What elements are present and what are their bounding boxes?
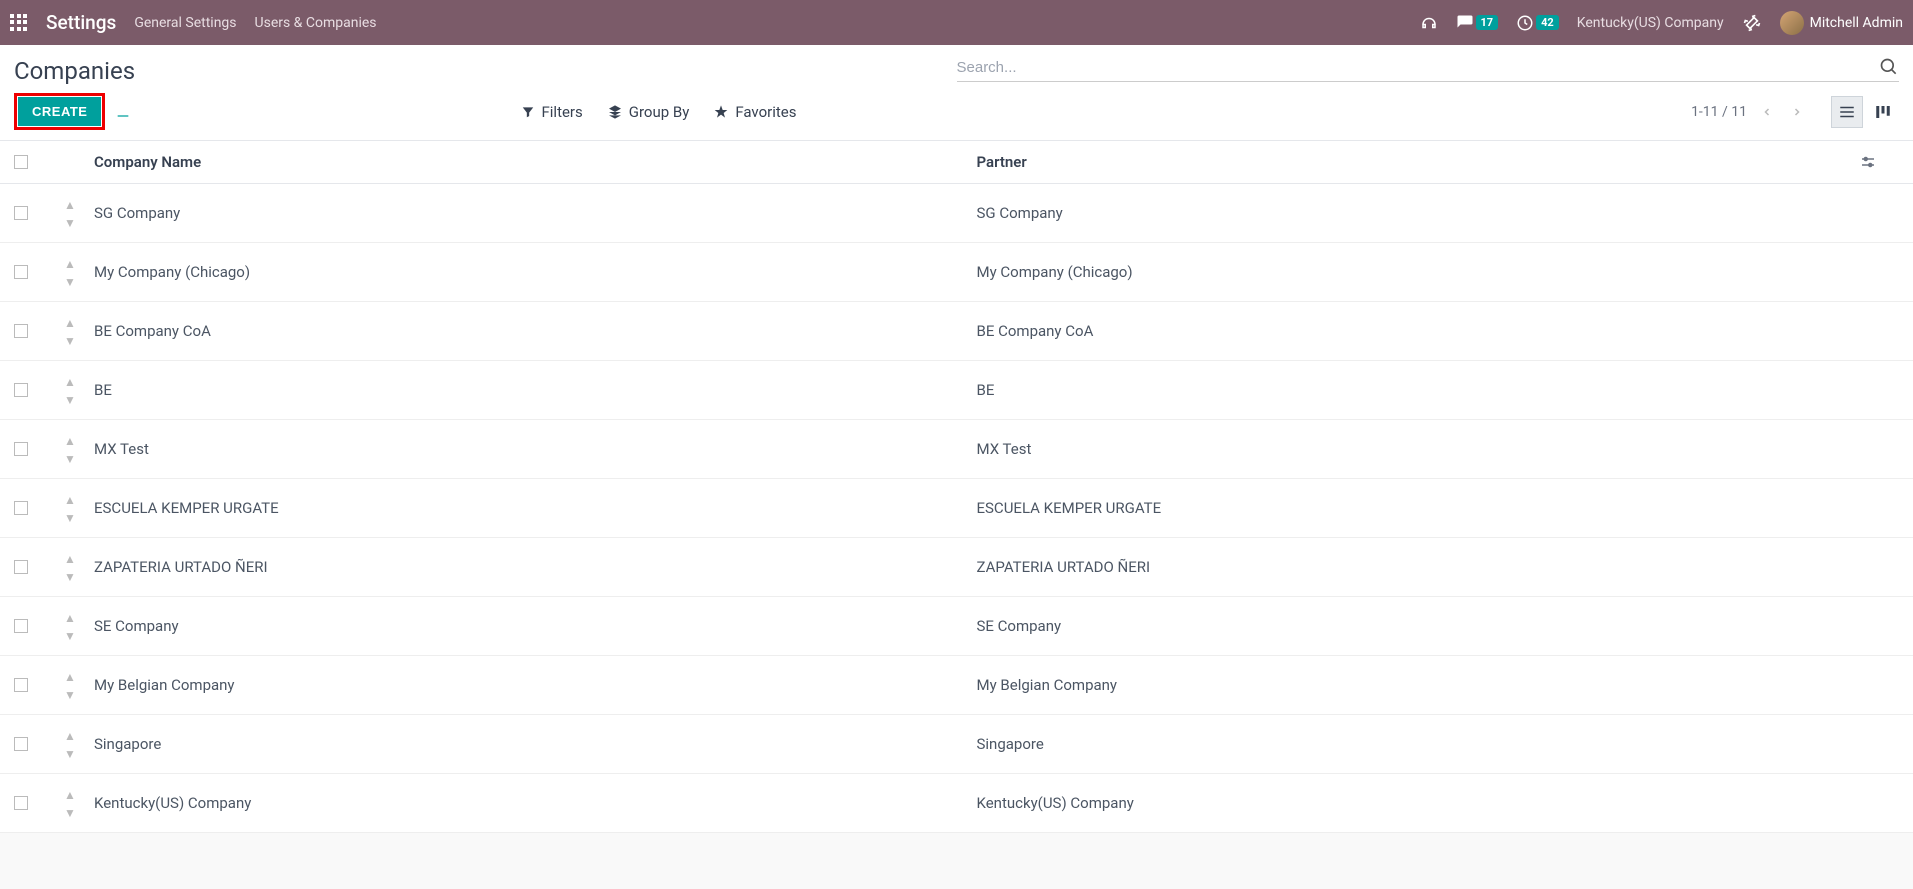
cell-partner: Kentucky(US) Company [977,794,1860,812]
view-kanban-button[interactable] [1867,96,1899,128]
create-highlight: CREATE [14,93,105,130]
debug-icon[interactable] [1742,13,1762,33]
cell-partner: ZAPATERIA URTADO ÑERI [977,558,1860,576]
cell-company-name: MX Test [94,440,977,458]
activities-badge: 42 [1536,15,1559,30]
favorites-label: Favorites [735,103,796,121]
activities-icon[interactable]: 42 [1516,14,1559,32]
row-checkbox[interactable] [14,442,28,456]
drag-handle-icon[interactable]: ▲▼ [64,198,76,230]
cell-partner: My Company (Chicago) [977,263,1860,281]
favorites-button[interactable]: Favorites [713,103,796,121]
cell-company-name: ESCUELA KEMPER URGATE [94,499,977,517]
row-checkbox[interactable] [14,796,28,810]
companies-table: Company Name Partner ▲▼ SG Company SG Co… [0,141,1913,833]
page-title: Companies [14,57,135,85]
cell-partner: Singapore [977,735,1860,753]
table-row[interactable]: ▲▼ Singapore Singapore [0,715,1913,774]
navbar: Settings General Settings Users & Compan… [0,0,1913,45]
header-partner[interactable]: Partner [977,153,1860,171]
app-title: Settings [46,11,116,34]
apps-icon[interactable] [10,14,28,32]
drag-handle-icon[interactable]: ▲▼ [64,670,76,702]
table-row[interactable]: ▲▼ SE Company SE Company [0,597,1913,656]
drag-handle-icon[interactable]: ▲▼ [64,493,76,525]
support-icon[interactable] [1420,14,1438,32]
view-list-button[interactable] [1831,96,1863,128]
drag-handle-icon[interactable]: ▲▼ [64,788,76,820]
cell-company-name: Singapore [94,735,977,753]
cell-partner: MX Test [977,440,1860,458]
table-row[interactable]: ▲▼ BE Company CoA BE Company CoA [0,302,1913,361]
messages-icon[interactable]: 17 [1456,14,1499,32]
cell-partner: BE [977,381,1860,399]
row-checkbox[interactable] [14,678,28,692]
table-row[interactable]: ▲▼ ESCUELA KEMPER URGATE ESCUELA KEMPER … [0,479,1913,538]
table-row[interactable]: ▲▼ MX Test MX Test [0,420,1913,479]
user-name: Mitchell Admin [1810,15,1903,31]
cell-company-name: BE Company CoA [94,322,977,340]
row-checkbox[interactable] [14,619,28,633]
cell-partner: My Belgian Company [977,676,1860,694]
cell-partner: BE Company CoA [977,322,1860,340]
row-checkbox[interactable] [14,737,28,751]
groupby-label: Group By [629,103,690,121]
cell-company-name: Kentucky(US) Company [94,794,977,812]
filters-button[interactable]: Filters [521,103,582,121]
drag-handle-icon[interactable]: ▲▼ [64,434,76,466]
table-row[interactable]: ▲▼ My Belgian Company My Belgian Company [0,656,1913,715]
row-checkbox[interactable] [14,206,28,220]
company-switcher[interactable]: Kentucky(US) Company [1577,15,1724,31]
user-menu[interactable]: Mitchell Admin [1780,11,1903,35]
drag-handle-icon[interactable]: ▲▼ [64,316,76,348]
cell-company-name: My Company (Chicago) [94,263,977,281]
table-row[interactable]: ▲▼ My Company (Chicago) My Company (Chic… [0,243,1913,302]
table-row[interactable]: ▲▼ Kentucky(US) Company Kentucky(US) Com… [0,774,1913,833]
optional-columns-icon[interactable] [1859,153,1899,171]
pager-prev[interactable] [1757,106,1777,118]
drag-handle-icon[interactable]: ▲▼ [64,257,76,289]
drag-handle-icon[interactable]: ▲▼ [64,729,76,761]
drag-handle-icon[interactable]: ▲▼ [64,375,76,407]
messages-badge: 17 [1476,15,1499,30]
breadcrumb-bar: Companies [0,45,1913,85]
cell-company-name: My Belgian Company [94,676,977,694]
cell-company-name: SG Company [94,204,977,222]
row-checkbox[interactable] [14,265,28,279]
table-row[interactable]: ▲▼ ZAPATERIA URTADO ÑERI ZAPATERIA URTAD… [0,538,1913,597]
cell-partner: ESCUELA KEMPER URGATE [977,499,1860,517]
header-company-name[interactable]: Company Name [94,153,977,171]
cell-partner: SE Company [977,617,1860,635]
menu-general-settings[interactable]: General Settings [134,15,236,31]
select-all-checkbox[interactable] [14,155,28,169]
table-header: Company Name Partner [0,141,1913,184]
row-checkbox[interactable] [14,501,28,515]
groupby-button[interactable]: Group By [607,103,690,121]
pager-next[interactable] [1787,106,1807,118]
table-row[interactable]: ▲▼ SG Company SG Company [0,184,1913,243]
row-checkbox[interactable] [14,560,28,574]
cell-company-name: BE [94,381,977,399]
drag-handle-icon[interactable]: ▲▼ [64,552,76,584]
cell-company-name: SE Company [94,617,977,635]
table-row[interactable]: ▲▼ BE BE [0,361,1913,420]
filters-label: Filters [541,103,582,121]
control-bar: CREATE Filters Group By Favorites 1-11 /… [0,85,1913,141]
row-checkbox[interactable] [14,383,28,397]
search-area [957,57,1900,82]
pager-counter[interactable]: 1-11 / 11 [1691,104,1747,120]
cell-company-name: ZAPATERIA URTADO ÑERI [94,558,977,576]
export-icon[interactable] [115,104,131,120]
drag-handle-icon[interactable]: ▲▼ [64,611,76,643]
create-button[interactable]: CREATE [18,97,101,126]
cell-partner: SG Company [977,204,1860,222]
menu-users-companies[interactable]: Users & Companies [255,15,377,31]
search-icon[interactable] [1879,57,1899,77]
search-input[interactable] [957,59,1880,76]
row-checkbox[interactable] [14,324,28,338]
avatar [1780,11,1804,35]
